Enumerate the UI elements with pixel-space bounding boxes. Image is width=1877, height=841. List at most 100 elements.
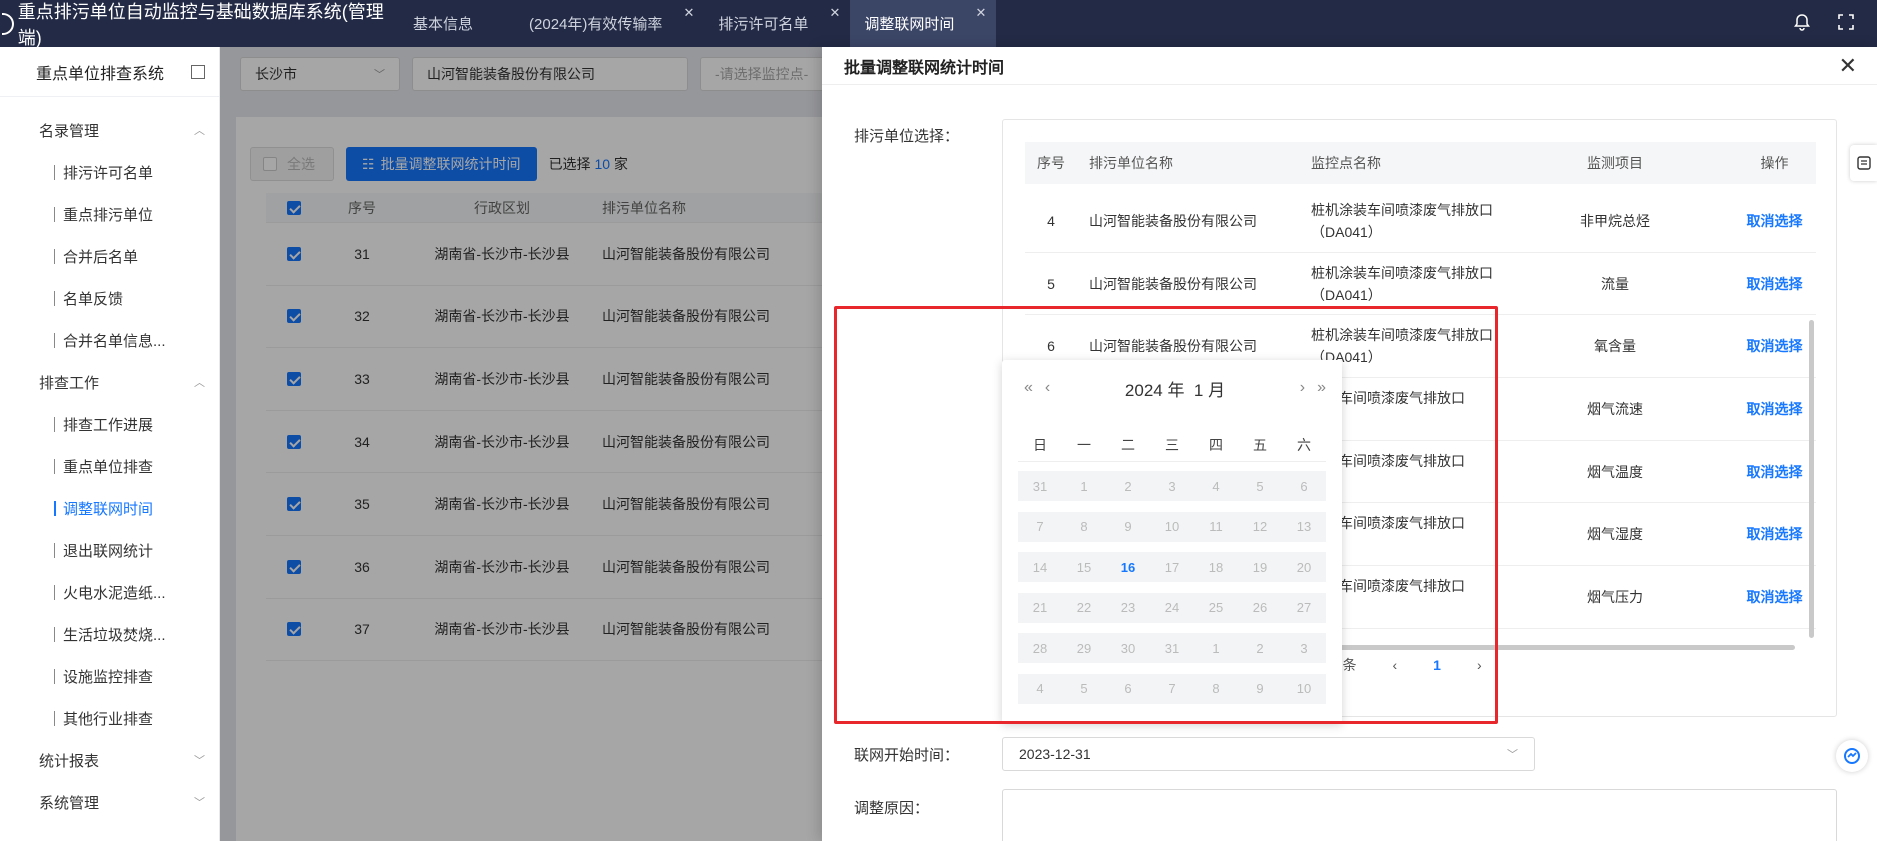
sidebar-group-investigation[interactable]: 排查工作 ︿ — [0, 361, 219, 403]
tab-label: (2024年)有效传输率 — [529, 16, 663, 33]
sidebar-item-label: 生活垃圾焚烧... — [63, 626, 166, 644]
deselect-link[interactable]: 取消选择 — [1733, 399, 1816, 419]
deselect-link[interactable]: 取消选择 — [1733, 587, 1816, 607]
sidebar-item-power-cement-paper[interactable]: 火电水泥造纸... — [0, 571, 219, 613]
bell-icon[interactable] — [1793, 13, 1811, 34]
sidebar-item-label: 排污许可名单 — [63, 164, 154, 182]
app-logo — [2, 12, 14, 35]
header-operation: 操作 — [1760, 155, 1789, 171]
header-point-name: 监控点名称 — [1311, 155, 1381, 171]
cell-monitor-item: 烟气压力 — [1587, 588, 1643, 605]
sidebar-item-list-feedback[interactable]: 名单反馈 — [0, 277, 219, 319]
sidebar-item-facility-monitoring[interactable]: 设施监控排查 — [0, 655, 219, 697]
header-monitor-item: 监测项目 — [1587, 155, 1643, 171]
chevron-down-icon: ﹀ — [1507, 749, 1518, 761]
sidebar-item-label: 排查工作进展 — [63, 416, 154, 434]
cell-no: 4 — [1047, 212, 1055, 229]
sidebar-item-merged-list[interactable]: 合并后名单 — [0, 235, 219, 277]
sidebar-group-system[interactable]: 系统管理 ﹀ — [0, 781, 219, 823]
sidebar-item-label: 合并名单信息... — [63, 332, 166, 350]
deselect-link[interactable]: 取消选择 — [1733, 524, 1816, 544]
point-name-line: 桩机涂装车间喷漆废气排放口 — [1311, 264, 1493, 281]
app-title: 重点排污单位自动监控与基础数据库系统(管理端) — [17, 1, 384, 48]
tab-close-icon[interactable]: ✕ — [683, 5, 694, 21]
tab-label: 调整联网时间 — [864, 16, 955, 33]
cell-monitor-item: 烟气温度 — [1587, 463, 1643, 480]
sidebar-item-label: 设施监控排查 — [63, 668, 154, 686]
header-unit-name: 排污单位名称 — [1089, 155, 1173, 171]
sidebar-title: 重点单位排查系统 — [36, 65, 165, 83]
point-code-line: （DA041） — [1311, 286, 1382, 303]
drawer-title: 批量调整联网统计时间 — [844, 59, 1005, 77]
sidebar-item-adjust-network-time[interactable]: 调整联网时间 — [0, 487, 219, 529]
side-tool-icon[interactable] — [1850, 145, 1877, 181]
drawer-header: 批量调整联网统计时间 ✕ — [822, 47, 1877, 85]
deselect-link[interactable]: 取消选择 — [1733, 211, 1816, 231]
cell-monitor-item: 流量 — [1601, 275, 1629, 292]
cell-monitor-item: 非甲烷总烃 — [1580, 212, 1650, 229]
sidebar-item-label: 重点排污单位 — [63, 206, 154, 224]
sidebar-item-waste-incineration[interactable]: 生活垃圾焚烧... — [0, 613, 219, 655]
sidebar-item-label: 调整联网时间 — [63, 500, 154, 518]
deselect-link[interactable]: 取消选择 — [1733, 336, 1816, 356]
assistant-float-icon[interactable] — [1836, 740, 1868, 772]
tab-close-icon[interactable]: ✕ — [830, 5, 841, 21]
cell-point-name: 桩机涂装车间喷漆废气排放口 （DA041） — [1299, 199, 1497, 243]
sidebar-item-merged-info[interactable]: 合并名单信息... — [0, 319, 219, 361]
sidebar-item-key-units[interactable]: 重点排污单位 — [0, 193, 219, 235]
sidebar-item-key-investigation[interactable]: 重点单位排查 — [0, 445, 219, 487]
sidebar-item-progress[interactable]: 排查工作进展 — [0, 403, 219, 445]
start-date-picker[interactable]: 2023-12-31 ﹀ — [1002, 737, 1535, 771]
sidebar-group-reports[interactable]: 统计报表 ﹀ — [0, 739, 219, 781]
deselect-link[interactable]: 取消选择 — [1733, 462, 1816, 482]
chevron-down-icon: ﹀ — [194, 755, 205, 767]
tab-basic-info[interactable]: 基本信息 — [399, 0, 515, 47]
collapse-sidebar-icon[interactable] — [191, 64, 205, 79]
start-date-value: 2023-12-31 — [1019, 746, 1091, 762]
sidebar-item-label: 退出联网统计 — [63, 542, 154, 560]
cell-point-name: 桩机涂装车间喷漆废气排放口 （DA041） — [1299, 262, 1497, 306]
cell-no: 5 — [1047, 275, 1055, 292]
group-label: 统计报表 — [39, 752, 100, 770]
vertical-scrollbar[interactable] — [1809, 320, 1814, 638]
chevron-down-icon: ﹀ — [194, 797, 205, 809]
sidebar-header: 重点单位排查系统 — [0, 47, 219, 97]
unit-select-label: 排污单位选择： — [854, 128, 960, 145]
cell-monitor-item: 烟气湿度 — [1587, 526, 1643, 543]
tab-adjust-network-time[interactable]: 调整联网时间 ✕ — [850, 0, 997, 47]
tab-label: 基本信息 — [413, 16, 474, 33]
close-icon[interactable]: ✕ — [1839, 53, 1857, 79]
top-bar: 重点排污单位自动监控与基础数据库系统(管理端) 基本信息 (2024年)有效传输… — [0, 0, 1877, 48]
sidebar-item-other-industries[interactable]: 其他行业排查 — [0, 697, 219, 739]
sidebar-item-label: 其他行业排查 — [63, 710, 154, 728]
cell-unit-name: 山河智能装备股份有限公司 — [1089, 275, 1257, 292]
sidebar-item-label: 重点单位排查 — [63, 458, 154, 476]
tab-permit-list[interactable]: 排污许可名单 ✕ — [704, 0, 850, 47]
fullscreen-icon[interactable] — [1837, 13, 1855, 34]
group-label: 名录管理 — [39, 122, 100, 140]
point-name-line: 桩机涂装车间喷漆废气排放口 — [1311, 201, 1493, 218]
table-row: 4 山河智能装备股份有限公司 桩机涂装车间喷漆废气排放口 （DA041） 非甲烷总烃 取消… — [1025, 190, 1816, 253]
group-label: 排查工作 — [39, 374, 100, 392]
sidebar: 重点单位排查系统 名录管理 ︿ 排污许可名单 重点排污单位 合并后名单 名单反馈 … — [0, 47, 220, 841]
sidebar-item-label: 名单反馈 — [63, 290, 124, 308]
cell-monitor-item: 氧含量 — [1594, 338, 1636, 355]
tab-close-icon[interactable]: ✕ — [976, 5, 987, 21]
sidebar-item-permit-list[interactable]: 排污许可名单 — [0, 151, 219, 193]
chevron-up-icon: ︿ — [194, 125, 205, 137]
sidebar-group-directory[interactable]: 名录管理 ︿ — [0, 109, 219, 151]
reason-label: 调整原因： — [854, 800, 930, 817]
deselect-link[interactable]: 取消选择 — [1733, 274, 1816, 294]
cell-monitor-item: 烟气流速 — [1587, 400, 1643, 417]
reason-textarea[interactable] — [1002, 789, 1837, 841]
highlight-annotation-box — [834, 306, 1498, 724]
start-time-label: 联网开始时间： — [854, 747, 960, 764]
sidebar-item-exit-network[interactable]: 退出联网统计 — [0, 529, 219, 571]
tab-transmission-rate[interactable]: (2024年)有效传输率 ✕ — [515, 0, 704, 47]
cell-unit-name: 山河智能装备股份有限公司 — [1089, 212, 1257, 229]
app-brand: 重点排污单位自动监控与基础数据库系统(管理端) — [0, 0, 399, 48]
sidebar-item-label: 合并后名单 — [63, 248, 139, 266]
group-label: 系统管理 — [39, 794, 100, 812]
sidebar-item-label: 火电水泥造纸... — [63, 584, 166, 602]
table-header-row: 序号 排污单位名称 监控点名称 监测项目 操作 — [1025, 142, 1816, 184]
